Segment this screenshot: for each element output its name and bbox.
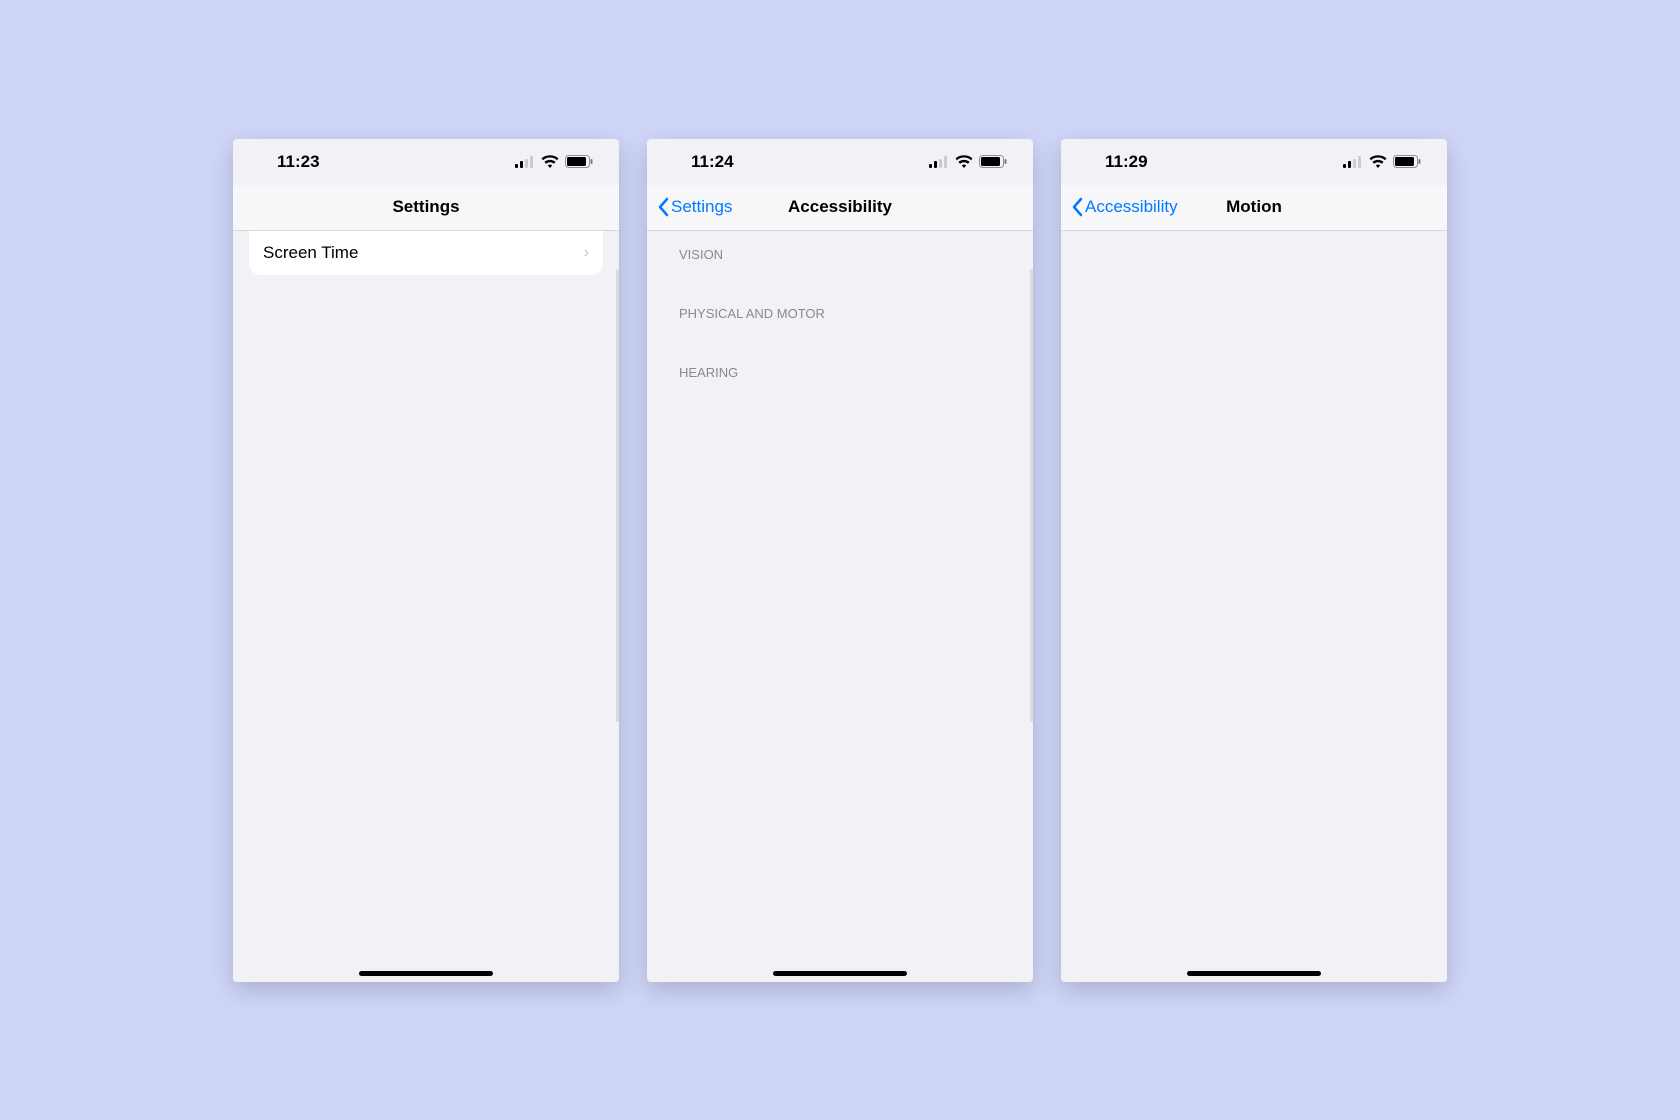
home-indicator[interactable] — [359, 971, 493, 976]
row-screen-time[interactable]: Screen Time › — [249, 231, 603, 275]
scroll-indicator — [1030, 269, 1033, 722]
nav-bar: Accessibility Motion — [1061, 185, 1447, 231]
chevron-left-icon — [657, 197, 669, 217]
nav-bar: Settings — [233, 185, 619, 231]
status-indicators — [515, 155, 593, 168]
screen-settings: 11:23 Settings Screen Time › — [233, 139, 619, 982]
row-label: Screen Time — [263, 243, 584, 263]
section-physical: PHYSICAL AND MOTOR — [647, 290, 1033, 327]
nav-title: Motion — [1226, 197, 1282, 217]
wifi-icon — [955, 155, 973, 168]
nav-title: Accessibility — [788, 197, 892, 217]
back-button[interactable]: Accessibility — [1071, 197, 1178, 217]
settings-list[interactable]: Screen Time › — [233, 231, 619, 982]
status-bar: 11:29 — [1061, 139, 1447, 185]
back-button[interactable]: Settings — [657, 197, 732, 217]
motion-list[interactable] — [1061, 231, 1447, 982]
signal-icon — [1343, 156, 1363, 168]
screen-accessibility: 11:24 Settings Accessibility VISION PHYS… — [647, 139, 1033, 982]
battery-icon — [1393, 155, 1421, 168]
signal-icon — [929, 156, 949, 168]
chevron-icon: › — [584, 244, 589, 262]
section-hearing: HEARING — [647, 349, 1033, 386]
back-label: Accessibility — [1085, 197, 1178, 217]
battery-icon — [979, 155, 1007, 168]
home-indicator[interactable] — [1187, 971, 1321, 976]
section-vision: VISION — [647, 231, 1033, 268]
back-label: Settings — [671, 197, 732, 217]
status-time: 11:29 — [1087, 152, 1148, 172]
battery-icon — [565, 155, 593, 168]
wifi-icon — [541, 155, 559, 168]
status-time: 11:23 — [259, 152, 320, 172]
status-bar: 11:24 — [647, 139, 1033, 185]
status-time: 11:24 — [673, 152, 734, 172]
status-indicators — [1343, 155, 1421, 168]
accessibility-list[interactable]: VISION PHYSICAL AND MOTOR HEARING — [647, 231, 1033, 982]
status-indicators — [929, 155, 1007, 168]
signal-icon — [515, 156, 535, 168]
home-indicator[interactable] — [773, 971, 907, 976]
nav-bar: Settings Accessibility — [647, 185, 1033, 231]
screen-motion: 11:29 Accessibility Motion — [1061, 139, 1447, 982]
nav-title: Settings — [392, 197, 459, 217]
wifi-icon — [1369, 155, 1387, 168]
chevron-left-icon — [1071, 197, 1083, 217]
scroll-indicator — [616, 269, 619, 722]
status-bar: 11:23 — [233, 139, 619, 185]
